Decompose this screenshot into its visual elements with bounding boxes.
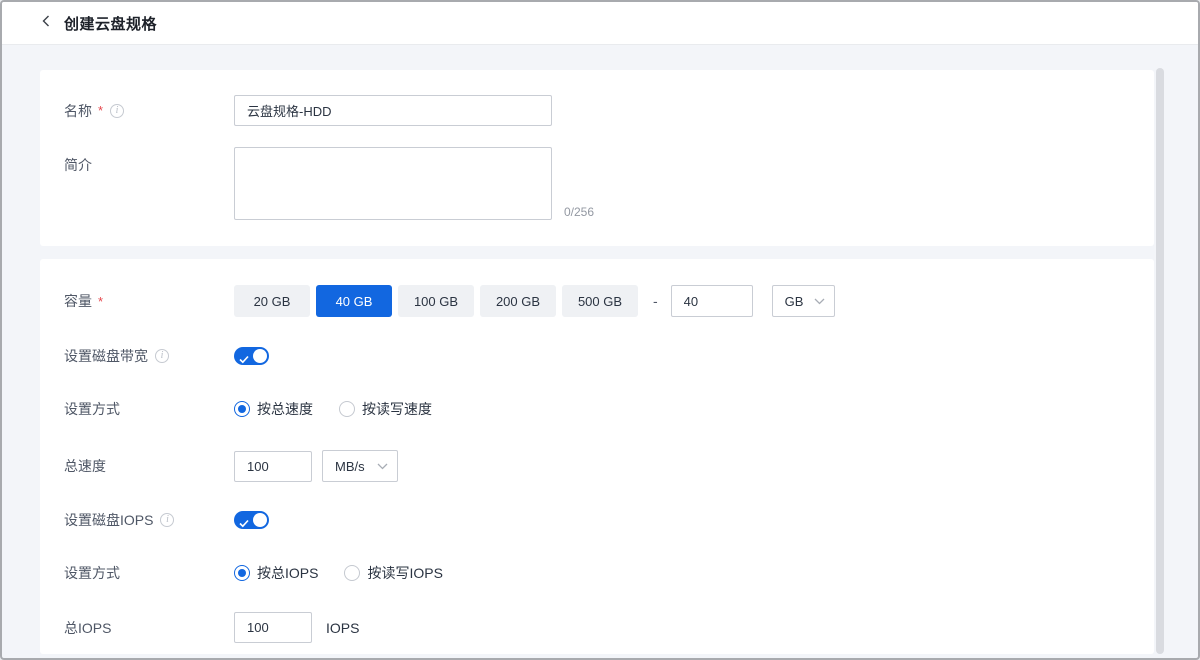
radio-readwrite-iops[interactable]: 按读写IOPS <box>344 563 442 583</box>
total-iops-label-text: 总IOPS <box>64 618 111 638</box>
total-speed-input[interactable] <box>234 451 312 482</box>
basic-info-card: 名称 * 简介 0/256 <box>40 70 1154 246</box>
info-icon[interactable] <box>155 349 169 363</box>
radio-checked-icon <box>234 401 250 417</box>
create-disk-spec-page: 创建云盘规格 名称 * 简介 0/256 容量 * 20 GB <box>0 0 1200 660</box>
iops-toggle[interactable] <box>234 511 269 529</box>
capacity-label-text: 容量 <box>64 291 92 311</box>
radio-total-iops-label: 按总IOPS <box>257 563 318 583</box>
total-iops-input[interactable] <box>234 612 312 643</box>
bandwidth-mode-radio-group: 按总速度 按读写速度 <box>234 399 432 419</box>
radio-unchecked-icon <box>339 401 355 417</box>
speed-unit-select[interactable]: MB/s <box>322 450 398 482</box>
range-separator: - <box>653 293 658 309</box>
total-iops-row: 总IOPS IOPS <box>64 612 1154 643</box>
speed-unit-value: MB/s <box>335 459 365 474</box>
info-icon[interactable] <box>110 104 124 118</box>
check-icon <box>239 351 249 369</box>
page-header: 创建云盘规格 <box>2 2 1198 45</box>
radio-total-speed-label: 按总速度 <box>257 399 313 419</box>
char-counter: 0/256 <box>564 205 594 219</box>
capacity-row: 容量 * 20 GB 40 GB 100 GB 200 GB 500 GB - G… <box>64 285 1154 317</box>
bandwidth-toggle-label: 设置磁盘带宽 <box>64 346 234 366</box>
radio-readwrite-iops-label: 按读写IOPS <box>367 563 442 583</box>
spec-card: 容量 * 20 GB 40 GB 100 GB 200 GB 500 GB - G… <box>40 259 1154 654</box>
toggle-knob <box>253 349 267 363</box>
bandwidth-toggle-label-text: 设置磁盘带宽 <box>64 346 148 366</box>
radio-total-iops[interactable]: 按总IOPS <box>234 563 318 583</box>
radio-readwrite-speed[interactable]: 按读写速度 <box>339 399 432 419</box>
required-asterisk: * <box>98 294 103 309</box>
capacity-unit-value: GB <box>785 294 804 309</box>
capacity-option-200gb[interactable]: 200 GB <box>480 285 556 317</box>
bandwidth-mode-label: 设置方式 <box>64 399 234 419</box>
info-icon[interactable] <box>160 513 174 527</box>
total-iops-label: 总IOPS <box>64 618 234 638</box>
name-label-text: 名称 <box>64 101 92 121</box>
radio-readwrite-speed-label: 按读写速度 <box>362 399 432 419</box>
page-title: 创建云盘规格 <box>64 13 157 34</box>
iops-mode-row: 设置方式 按总IOPS 按读写IOPS <box>64 563 1154 583</box>
capacity-option-500gb[interactable]: 500 GB <box>562 285 638 317</box>
iops-toggle-label-text: 设置磁盘IOPS <box>64 510 153 530</box>
iops-mode-label-text: 设置方式 <box>64 563 120 583</box>
iops-mode-radio-group: 按总IOPS 按读写IOPS <box>234 563 443 583</box>
back-button[interactable] <box>40 14 53 33</box>
total-speed-row: 总速度 MB/s <box>64 450 1154 482</box>
chevron-left-icon <box>40 14 53 33</box>
name-label: 名称 * <box>64 101 234 121</box>
toggle-knob <box>253 513 267 527</box>
description-label: 简介 <box>64 147 234 175</box>
bandwidth-toggle[interactable] <box>234 347 269 365</box>
capacity-custom-input[interactable] <box>671 285 753 317</box>
name-row: 名称 * <box>64 95 1154 126</box>
radio-checked-icon <box>234 565 250 581</box>
description-textarea[interactable] <box>234 147 552 220</box>
capacity-label: 容量 * <box>64 291 234 311</box>
radio-unchecked-icon <box>344 565 360 581</box>
name-input[interactable] <box>234 95 552 126</box>
bandwidth-mode-row: 设置方式 按总速度 按读写速度 <box>64 399 1154 419</box>
chevron-down-icon <box>377 457 388 475</box>
capacity-option-100gb[interactable]: 100 GB <box>398 285 474 317</box>
capacity-button-group: 20 GB 40 GB 100 GB 200 GB 500 GB - GB <box>234 285 835 317</box>
iops-toggle-label: 设置磁盘IOPS <box>64 510 234 530</box>
bandwidth-toggle-row: 设置磁盘带宽 <box>64 346 1154 366</box>
description-label-text: 简介 <box>64 155 92 175</box>
capacity-unit-select[interactable]: GB <box>772 285 835 317</box>
description-row: 简介 0/256 <box>64 147 1154 220</box>
description-textarea-wrap: 0/256 <box>234 147 552 220</box>
required-asterisk: * <box>98 103 103 118</box>
total-speed-label: 总速度 <box>64 456 234 476</box>
iops-unit-text: IOPS <box>326 620 359 636</box>
vertical-scrollbar[interactable] <box>1156 68 1164 654</box>
iops-toggle-row: 设置磁盘IOPS <box>64 510 1154 530</box>
capacity-option-40gb[interactable]: 40 GB <box>316 285 392 317</box>
total-speed-label-text: 总速度 <box>64 456 106 476</box>
iops-mode-label: 设置方式 <box>64 563 234 583</box>
bandwidth-mode-label-text: 设置方式 <box>64 399 120 419</box>
radio-total-speed[interactable]: 按总速度 <box>234 399 313 419</box>
chevron-down-icon <box>814 292 825 310</box>
check-icon <box>239 515 249 533</box>
capacity-option-20gb[interactable]: 20 GB <box>234 285 310 317</box>
